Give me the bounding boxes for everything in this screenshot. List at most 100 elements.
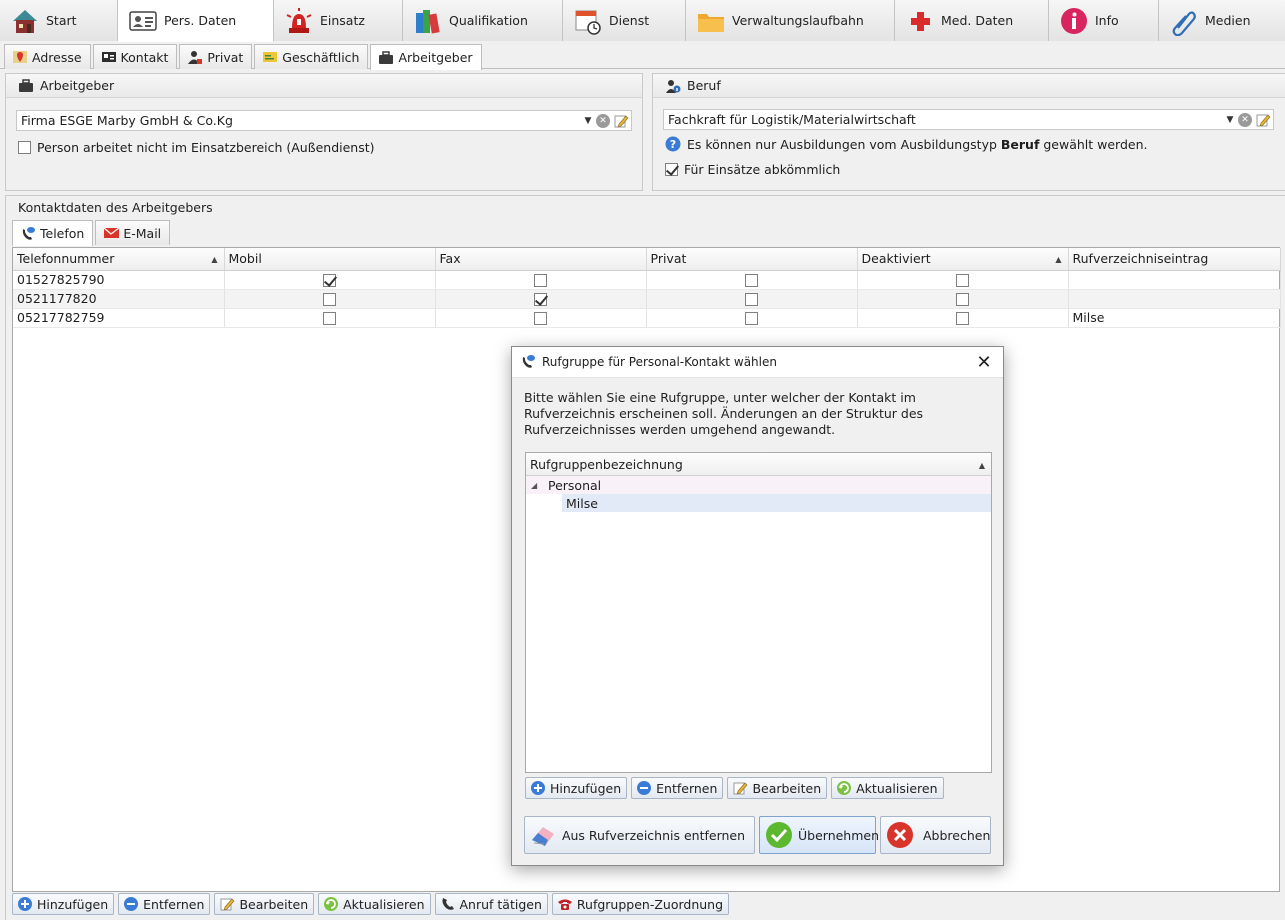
fax-checkbox[interactable] — [534, 293, 547, 306]
tree-node-personal[interactable]: ◢ Personal — [526, 476, 991, 494]
tab-med-daten[interactable]: Med. Daten — [895, 0, 1049, 41]
check-circle-icon — [764, 820, 794, 850]
tab-dienst[interactable]: Dienst — [563, 0, 686, 41]
dialog-edit-button[interactable]: Bearbeiten — [727, 777, 828, 799]
cell-number: 05217782759 — [13, 308, 225, 328]
tab-telefon[interactable]: Telefon — [12, 220, 94, 246]
tree-column-header[interactable]: Rufgruppenbezeichnung ▲ — [526, 453, 991, 476]
subtab-privat[interactable]: Privat — [179, 44, 253, 69]
cell-privat[interactable] — [646, 308, 858, 328]
column-header-deaktiviert[interactable]: Deaktiviert ▲ — [857, 248, 1069, 271]
phone-chat-icon — [520, 354, 536, 370]
fax-checkbox[interactable] — [534, 274, 547, 287]
tab-start[interactable]: Start — [0, 0, 118, 41]
column-header-label: Fax — [439, 251, 461, 267]
edit-button[interactable]: Bearbeiten — [214, 893, 315, 915]
privat-checkbox[interactable] — [745, 274, 758, 287]
table-row[interactable]: 05217782759 Milse — [13, 308, 1281, 328]
column-header-fax[interactable]: Fax — [435, 248, 647, 271]
outside-service-option[interactable]: Person arbeitet nicht im Einsatzbereich … — [18, 140, 375, 155]
add-button[interactable]: Hinzufügen — [12, 893, 115, 915]
subtab-arbeitgeber-label: Arbeitgeber — [398, 50, 473, 65]
edit-pencil-icon[interactable] — [1255, 112, 1271, 128]
call-button[interactable]: Anruf tätigen — [434, 893, 548, 915]
tab-qualifikation[interactable]: Qualifikation — [403, 0, 563, 41]
dialog-remove-button[interactable]: Entfernen — [631, 777, 724, 799]
main-tab-strip: Start Pers. Daten Einsatz Qualifikation … — [0, 0, 1285, 42]
cell-mobil[interactable] — [224, 289, 436, 309]
minus-circle-icon — [123, 896, 139, 912]
tab-pers-daten[interactable]: Pers. Daten — [118, 0, 274, 42]
house-icon — [10, 6, 40, 36]
cell-privat[interactable] — [646, 289, 858, 309]
refresh-button[interactable]: Aktualisieren — [318, 893, 431, 915]
cell-deaktiviert[interactable] — [857, 289, 1069, 309]
cell-deaktiviert[interactable] — [857, 308, 1069, 328]
profession-combobox-value: Fachkraft für Logistik/Materialwirtschaf… — [668, 112, 916, 127]
cell-fax[interactable] — [435, 270, 647, 290]
sort-ascending-icon: ▲ — [978, 461, 985, 470]
subtab-arbeitgeber[interactable]: Arbeitgeber — [370, 44, 482, 70]
deaktiviert-checkbox[interactable] — [956, 293, 969, 306]
outside-service-checkbox[interactable] — [18, 141, 31, 154]
fax-checkbox[interactable] — [534, 312, 547, 325]
column-header-mobil[interactable]: Mobil — [224, 248, 436, 271]
column-header-label: Telefonnummer — [17, 251, 115, 267]
available-checkbox[interactable] — [665, 163, 678, 176]
column-header-telefonnummer[interactable]: Telefonnummer ▲ — [13, 248, 225, 271]
tab-medien-label: Medien — [1205, 13, 1251, 28]
group-assign-button[interactable]: Rufgruppen-Zuordnung — [551, 893, 730, 915]
subtab-geschaeftlich[interactable]: Geschäftlich — [254, 44, 369, 69]
dialog-refresh-button[interactable]: Aktualisieren — [831, 777, 944, 799]
mobil-checkbox[interactable] — [323, 293, 336, 306]
column-header-privat[interactable]: Privat — [646, 248, 858, 271]
mobil-checkbox[interactable] — [323, 312, 336, 325]
tab-info[interactable]: Info — [1049, 0, 1159, 41]
remove-from-directory-button[interactable]: Aus Rufverzeichnis entfernen — [524, 816, 755, 854]
column-header-rufverzeichniseintrag[interactable]: Rufverzeichniseintrag — [1068, 248, 1281, 271]
subtab-kontakt[interactable]: Kontakt — [92, 44, 178, 69]
dropdown-arrow-icon[interactable]: ▼ — [1225, 115, 1235, 125]
employer-combobox[interactable]: Firma ESGE Marby GmbH & Co.Kg ▼ ✕ — [16, 110, 632, 131]
cell-privat[interactable] — [646, 270, 858, 290]
close-icon[interactable]: ✕ — [974, 352, 994, 373]
dialog-add-label: Hinzufügen — [550, 780, 622, 796]
hint-text-bold: Beruf — [1000, 136, 1040, 152]
table-row[interactable]: 0521177820 — [13, 289, 1281, 309]
minus-circle-icon — [636, 780, 652, 796]
tab-medien[interactable]: Medien — [1159, 0, 1285, 41]
privat-checkbox[interactable] — [745, 312, 758, 325]
privat-checkbox[interactable] — [745, 293, 758, 306]
profession-combobox[interactable]: Fachkraft für Logistik/Materialwirtschaf… — [663, 109, 1274, 130]
cell-fax[interactable] — [435, 308, 647, 328]
table-row[interactable]: 01527825790 — [13, 270, 1281, 290]
tab-email[interactable]: E-Mail — [95, 220, 171, 245]
cancel-button[interactable]: Abbrechen — [880, 816, 991, 854]
collapse-arrow-icon[interactable]: ◢ — [531, 481, 548, 490]
deaktiviert-checkbox[interactable] — [956, 312, 969, 325]
dialog-add-button[interactable]: Hinzufügen — [525, 777, 628, 799]
tree-node-milse[interactable]: Milse — [562, 494, 991, 512]
dropdown-arrow-icon[interactable]: ▼ — [583, 116, 593, 126]
tab-verwaltungslaufbahn[interactable]: Verwaltungslaufbahn — [686, 0, 895, 41]
available-option[interactable]: Für Einsätze abkömmlich — [665, 162, 840, 177]
cancel-button-label: Abbrechen — [923, 827, 991, 843]
clear-icon[interactable]: ✕ — [596, 113, 610, 128]
remove-button[interactable]: Entfernen — [118, 893, 211, 915]
tab-verwaltungslaufbahn-label: Verwaltungslaufbahn — [732, 13, 864, 28]
remove-from-directory-label: Aus Rufverzeichnis entfernen — [561, 827, 746, 843]
cell-mobil[interactable] — [224, 308, 436, 328]
edit-pencil-icon[interactable] — [613, 113, 629, 129]
mobil-checkbox[interactable] — [323, 274, 336, 287]
cell-mobil[interactable] — [224, 270, 436, 290]
cell-fax[interactable] — [435, 289, 647, 309]
deaktiviert-checkbox[interactable] — [956, 274, 969, 287]
apply-button[interactable]: Übernehmen — [759, 816, 879, 854]
tab-einsatz[interactable]: Einsatz — [274, 0, 403, 41]
cell-number: 0521177820 — [13, 289, 225, 309]
subtab-adresse[interactable]: Adresse — [4, 44, 91, 69]
cell-deaktiviert[interactable] — [857, 270, 1069, 290]
refresh-icon — [836, 780, 852, 796]
hint-text-end: gewählt werden. — [1039, 136, 1148, 152]
clear-icon[interactable]: ✕ — [1238, 112, 1252, 127]
